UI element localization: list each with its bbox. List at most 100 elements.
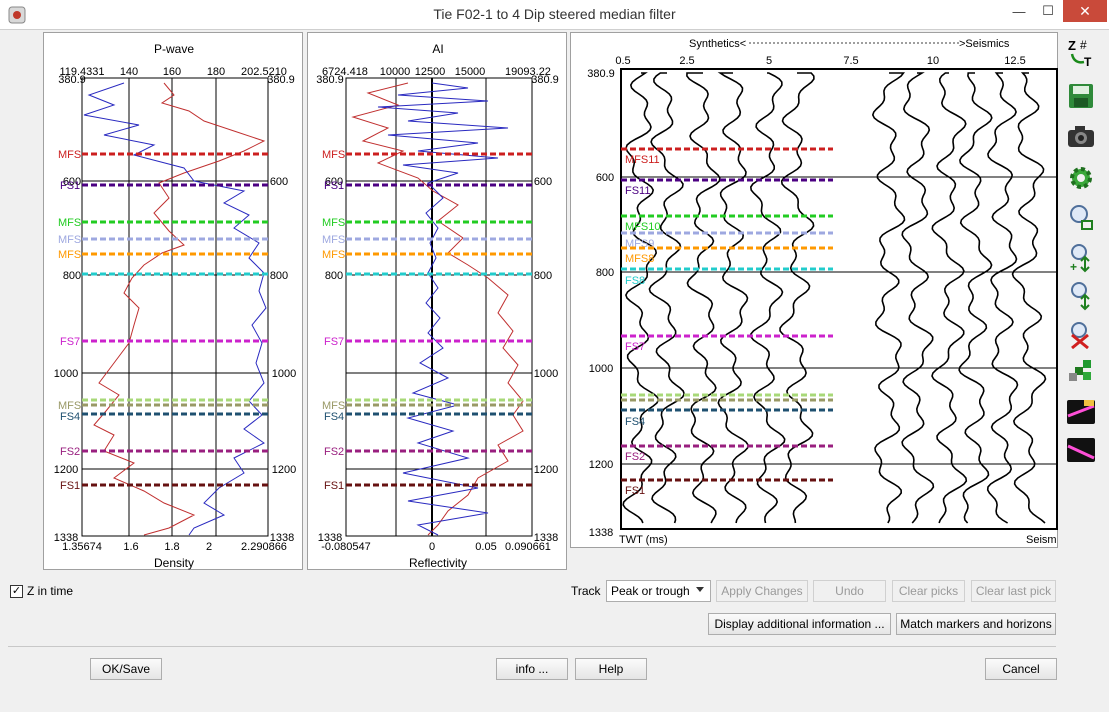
ai-reflectivity-plot: AI 6724.418 10000 12500 15000 19093.22 3… xyxy=(316,42,559,570)
gear-icon xyxy=(1070,167,1092,189)
seis-time-tick: 800 xyxy=(596,267,614,279)
minimize-button[interactable]: — xyxy=(1005,0,1033,22)
marker-label: FS4 xyxy=(60,411,80,423)
pwave-top-tick: 180 xyxy=(207,66,225,78)
marker-label: FS1 xyxy=(324,180,344,192)
pwave-depth-right: 380.9 xyxy=(267,74,295,86)
window-title: Tie F02-1 to 4 Dip steered median filter xyxy=(433,6,676,22)
marker-label: FS8 xyxy=(625,275,645,287)
marker-label: MFS xyxy=(322,249,345,261)
seis-time-tick: 1200 xyxy=(589,459,613,471)
density-bottom-tick: 2 xyxy=(206,541,212,553)
ai-depth-right: 1000 xyxy=(534,368,558,380)
marker-label: MFS8 xyxy=(625,253,654,265)
svg-text:Z: Z xyxy=(1068,38,1076,53)
marker-label: MFS11 xyxy=(625,154,660,166)
pwave-title: P-wave xyxy=(154,42,194,56)
marker-display-button[interactable] xyxy=(1064,434,1098,466)
floppy-disk-icon xyxy=(1069,84,1093,108)
ai-top-tick: 15000 xyxy=(455,66,486,78)
ai-depth-left: 380.9 xyxy=(316,74,344,86)
divider xyxy=(8,646,1056,647)
undo-button[interactable]: Undo xyxy=(813,580,886,602)
pwave-density-plot: P-wave 119.4331 140 160 180 202.5210 380… xyxy=(54,42,296,570)
pwave-top-tick: 140 xyxy=(120,66,138,78)
seis-x-tick: 0.5 xyxy=(615,55,630,67)
seis-x-tick: 7.5 xyxy=(843,55,858,67)
ai-depth-right: 600 xyxy=(534,176,552,188)
info-button[interactable]: info ... xyxy=(496,658,568,680)
density-bottom-tick: 2.290866 xyxy=(241,541,287,553)
z-t-icon: Z # T xyxy=(1068,38,1092,68)
marker-label: MFS xyxy=(58,217,81,229)
ai-reflectivity-panel[interactable]: AI 6724.418 10000 12500 15000 19093.22 3… xyxy=(307,32,567,570)
ai-depth-left: 800 xyxy=(325,270,343,282)
wiggle-trace xyxy=(686,72,721,524)
ai-top-tick: 12500 xyxy=(415,66,446,78)
clear-last-pick-button[interactable]: Clear last pick xyxy=(971,580,1056,602)
match-markers-button[interactable]: Match markers and horizons xyxy=(896,613,1056,635)
settings-button[interactable] xyxy=(1064,162,1098,194)
zt-toggle-button[interactable]: Z # T xyxy=(1064,36,1098,68)
ai-top-tick: 10000 xyxy=(380,66,411,78)
marker-label: FS7 xyxy=(625,341,645,353)
snapshot-button[interactable] xyxy=(1064,120,1098,152)
ai-title: AI xyxy=(432,42,443,56)
maximize-button[interactable]: ☐ xyxy=(1034,0,1062,22)
seismic-traces xyxy=(622,72,1047,524)
marker-label: FS1 xyxy=(625,485,645,497)
density-bottom-tick: 1.35674 xyxy=(62,541,102,553)
ai-depth-right: 380.9 xyxy=(531,74,559,86)
pwave-density-panel[interactable]: P-wave 119.4331 140 160 180 202.5210 380… xyxy=(43,32,303,570)
wiggle-trace xyxy=(958,72,993,524)
seismic-panel[interactable]: Synthetics< >Seismics 0.5 2.5 5 7.5 10 1… xyxy=(570,32,1058,548)
title-bar: Tie F02-1 to 4 Dip steered median filter… xyxy=(0,0,1109,30)
marker-label: MFS xyxy=(58,234,81,246)
seis-markers: MFS11 FS11 MFS10 MFS9 MFS8 FS8 FS7 FS4 F… xyxy=(621,147,833,497)
help-button[interactable]: Help xyxy=(575,658,647,680)
reset-zoom-button[interactable] xyxy=(1064,319,1098,351)
horizon-display-button[interactable] xyxy=(1064,396,1098,428)
marker-label: FS2 xyxy=(324,446,344,458)
marker-label: FS7 xyxy=(60,336,80,348)
zoom-button[interactable] xyxy=(1064,202,1098,234)
display-additional-info-button[interactable]: Display additional information ... xyxy=(708,613,891,635)
wiggle-trace xyxy=(931,72,968,524)
camera-icon xyxy=(1068,126,1094,147)
cluster-icon xyxy=(1069,360,1091,381)
pwave-depth-left: 380.9 xyxy=(58,74,86,86)
marker-label: MFS xyxy=(322,217,345,229)
pwave-depth-left: 1200 xyxy=(54,464,78,476)
clear-picks-button[interactable]: Clear picks xyxy=(892,580,965,602)
zoom-icon xyxy=(1070,205,1093,230)
marker-label: FS1 xyxy=(324,480,344,492)
marker-label: FS4 xyxy=(324,411,344,423)
wiggle-trace xyxy=(648,72,686,524)
pwave-top-tick: 160 xyxy=(163,66,181,78)
pwave-depth-right: 1200 xyxy=(272,464,296,476)
zoom-in-vertical-button[interactable]: + xyxy=(1064,242,1098,274)
ai-depth-right: 1200 xyxy=(534,464,558,476)
checkbox-checked-icon[interactable]: ✓ xyxy=(10,584,23,598)
well-display-button[interactable] xyxy=(1064,354,1098,386)
track-select[interactable]: Peak or trough xyxy=(606,580,711,602)
pwave-markers: MFS FS1 MFS MFS MFS FS7 MFS FS4 FS2 FS1 xyxy=(58,149,268,492)
marker-label: MFS10 xyxy=(625,221,660,233)
wiggle-trace xyxy=(901,72,935,524)
apply-changes-button[interactable]: Apply Changes xyxy=(716,580,808,602)
right-toolbar: Z # T + xyxy=(1060,34,1104,634)
wiggle-trace xyxy=(717,72,749,524)
zoom-out-icon xyxy=(1071,282,1090,311)
ok-save-button[interactable]: OK/Save xyxy=(90,658,162,680)
twt-label: TWT (ms) xyxy=(619,534,668,546)
save-button[interactable] xyxy=(1064,80,1098,112)
marker-label: FS2 xyxy=(60,446,80,458)
wiggle-trace xyxy=(871,72,906,524)
marker-label: MFS xyxy=(58,149,81,161)
pwave-depth-left: 1000 xyxy=(54,368,78,380)
close-button[interactable]: ✕ xyxy=(1063,0,1107,22)
marker-label: FS7 xyxy=(324,336,344,348)
z-in-time-checkbox[interactable]: ✓ Z in time xyxy=(10,584,73,598)
cancel-button[interactable]: Cancel xyxy=(985,658,1057,680)
zoom-out-vertical-button[interactable] xyxy=(1064,280,1098,312)
